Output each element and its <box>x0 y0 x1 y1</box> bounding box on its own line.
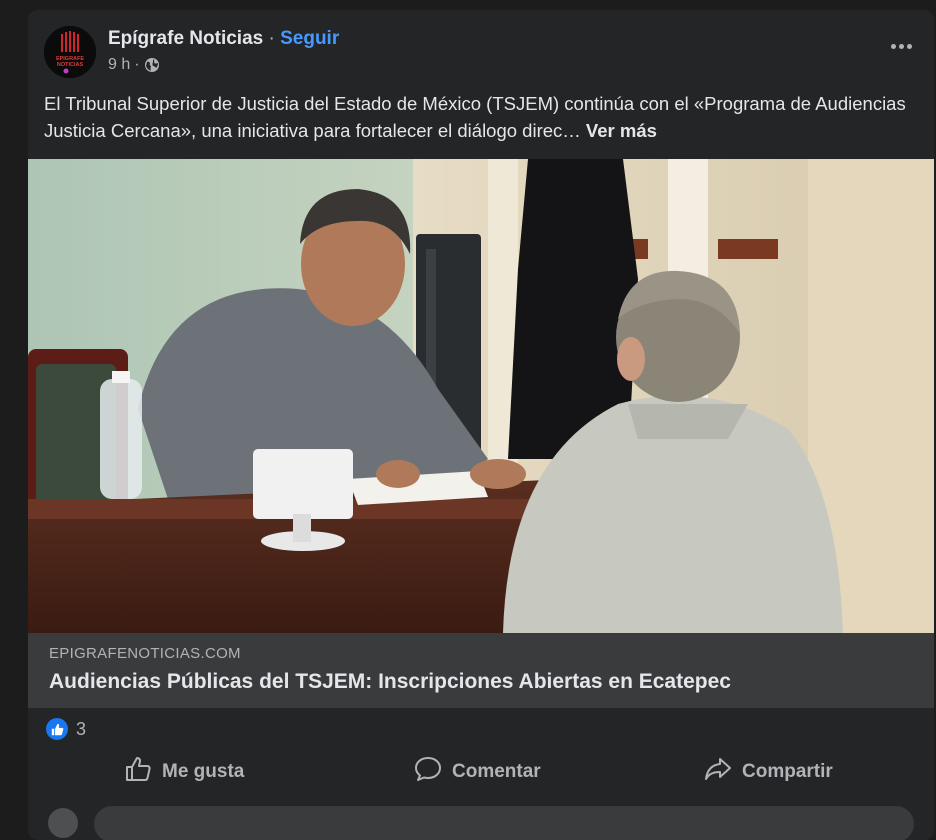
user-avatar[interactable] <box>48 808 78 838</box>
logo-text-line2: NOTICIAS <box>57 62 84 68</box>
post-image[interactable] <box>28 159 934 633</box>
share-label: Compartir <box>742 761 833 782</box>
post-card: EPIGRAFE NOTICIAS Epígrafe Noticias · Se… <box>28 10 934 840</box>
dot <box>890 43 896 49</box>
post-body: El Tribunal Superior de Justicia del Est… <box>44 93 906 141</box>
post-meta: 9 h · <box>108 56 160 74</box>
globe-icon <box>144 57 160 73</box>
see-more-link[interactable]: Ver más <box>586 120 657 141</box>
post-header: EPIGRAFE NOTICIAS Epígrafe Noticias · Se… <box>28 10 934 86</box>
photo-illustration <box>28 159 934 633</box>
page-avatar[interactable]: EPIGRAFE NOTICIAS <box>44 26 96 78</box>
time-separator: · <box>134 56 140 73</box>
reaction-count: 3 <box>76 718 87 739</box>
action-bar: Me gusta Comentar Compartir <box>28 754 934 790</box>
like-icon <box>46 718 68 740</box>
reactions-summary[interactable]: 3 <box>46 716 86 742</box>
name-separator: · <box>268 28 275 49</box>
link-title[interactable]: Audiencias Públicas del TSJEM: Inscripci… <box>49 670 731 694</box>
thumbs-up-icon <box>124 756 152 788</box>
follow-button[interactable]: Seguir <box>280 28 339 49</box>
comment-label: Comentar <box>452 761 541 782</box>
page-name-line: Epígrafe Noticias · Seguir <box>108 28 339 50</box>
comment-button[interactable]: Comentar <box>414 754 541 790</box>
like-button[interactable]: Me gusta <box>124 754 244 790</box>
post-text: El Tribunal Superior de Justicia del Est… <box>44 90 914 144</box>
like-label: Me gusta <box>162 761 245 782</box>
link-preview[interactable]: EPIGRAFENOTICIAS.COM Audiencias Públicas… <box>28 633 934 708</box>
comment-row <box>28 804 934 840</box>
link-domain: EPIGRAFENOTICIAS.COM <box>49 645 241 662</box>
comment-icon <box>414 756 442 788</box>
share-button[interactable]: Compartir <box>704 754 833 790</box>
page-logo: EPIGRAFE NOTICIAS <box>44 26 96 78</box>
more-options-button[interactable] <box>886 34 916 58</box>
share-icon <box>704 756 732 788</box>
dot <box>906 43 912 49</box>
page-name-link[interactable]: Epígrafe Noticias <box>108 28 263 49</box>
post-time[interactable]: 9 h <box>108 56 130 74</box>
dot <box>898 43 904 49</box>
comment-input[interactable] <box>94 806 914 840</box>
